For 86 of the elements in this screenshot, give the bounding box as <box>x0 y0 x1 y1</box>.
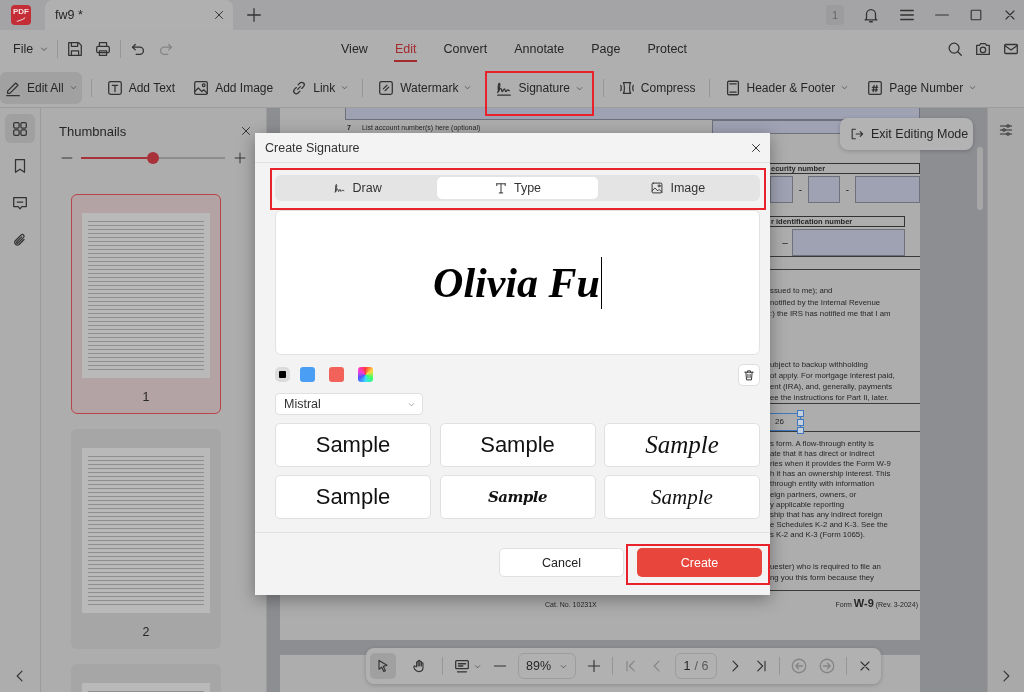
hand-icon <box>411 658 427 674</box>
color-swatch[interactable] <box>300 367 315 382</box>
add-image-button[interactable]: Add Image <box>188 71 278 104</box>
exit-icon <box>849 126 865 142</box>
selected-text: 26 <box>774 417 784 426</box>
view-mode-button[interactable] <box>453 657 482 675</box>
app-logo: PDF <box>11 5 31 25</box>
edit-all-button[interactable]: Edit All <box>0 71 82 104</box>
add-text-button[interactable]: Add Text <box>101 71 180 104</box>
font-sample[interactable]: Sample <box>439 423 596 467</box>
image-icon <box>192 78 211 97</box>
text-icon <box>493 181 508 195</box>
file-menu[interactable]: File <box>13 42 50 56</box>
plus-icon[interactable] <box>245 6 263 24</box>
close-icon[interactable] <box>212 8 226 22</box>
signature-button[interactable]: Signature <box>491 72 588 104</box>
grid-icon <box>11 119 29 138</box>
mode-tab[interactable]: Image <box>597 177 758 199</box>
exit-editing-button[interactable]: Exit Editing Mode <box>840 118 973 150</box>
ribbon-tab[interactable]: Convert <box>442 36 489 62</box>
form-field[interactable] <box>808 176 840 203</box>
bell-icon[interactable] <box>862 6 880 24</box>
sidebar-tab[interactable] <box>5 114 35 143</box>
slider-thumb[interactable] <box>147 152 159 164</box>
cancel-button[interactable]: Cancel <box>499 548 624 577</box>
color-picker-swatch[interactable] <box>358 367 373 382</box>
image-icon <box>650 181 665 195</box>
color-swatch[interactable] <box>275 367 290 382</box>
delete-button[interactable] <box>738 363 760 386</box>
search-icon[interactable] <box>946 40 964 58</box>
text-box-icon <box>105 78 124 97</box>
thumbnail-card[interactable]: 2 <box>71 429 221 649</box>
plus-icon[interactable] <box>233 151 247 165</box>
scrollbar[interactable] <box>977 147 983 210</box>
signature-field[interactable]: Olivia Fu <box>275 210 760 355</box>
font-select[interactable]: Mistral <box>275 393 423 415</box>
dialog-title: Create Signature <box>265 140 360 155</box>
dash-text: – <box>781 236 789 250</box>
form-field[interactable] <box>792 229 905 256</box>
create-button[interactable]: Create <box>637 548 762 577</box>
page-number: 1 <box>142 390 150 404</box>
mode-tab[interactable]: Draw <box>277 177 438 199</box>
header-footer-button[interactable]: Header & Footer <box>719 71 854 104</box>
page-input[interactable]: 1 / 6 <box>675 653 717 679</box>
ribbon-tab[interactable]: View <box>340 36 369 62</box>
font-sample[interactable]: Sample <box>604 423 760 467</box>
form-field[interactable] <box>855 176 920 203</box>
compress-button[interactable]: Compress <box>613 71 700 104</box>
page-number-icon <box>866 78 885 97</box>
dash-text: - <box>797 183 804 197</box>
form-field[interactable] <box>770 176 793 203</box>
document-tab[interactable]: fw9 * <box>45 0 233 30</box>
ribbon-tab[interactable]: Protect <box>646 36 689 62</box>
dash-text: - <box>844 183 851 197</box>
thumbnail-card[interactable]: 1 <box>71 194 221 414</box>
watermark-button[interactable]: Watermark <box>373 71 477 104</box>
camera-icon[interactable] <box>974 40 992 58</box>
panel-title: Thumbnails <box>59 123 127 139</box>
signature-icon <box>332 181 347 195</box>
print-icon[interactable] <box>94 40 113 58</box>
mode-tab[interactable]: Type <box>437 177 598 199</box>
zoom-select[interactable]: 89% <box>518 653 576 679</box>
plus-icon[interactable] <box>586 658 602 674</box>
save-icon[interactable] <box>66 40 85 58</box>
ribbon-tab[interactable]: Annotate <box>513 36 566 62</box>
select-tool-button[interactable] <box>370 653 396 679</box>
text-cursor <box>600 256 602 309</box>
trash-icon <box>742 367 756 382</box>
color-swatch[interactable] <box>329 367 344 382</box>
font-sample[interactable]: Sample <box>275 475 431 519</box>
page-number: 2 <box>142 625 150 639</box>
maximize-icon[interactable] <box>968 7 984 23</box>
form-field[interactable] <box>345 108 920 120</box>
font-sample[interactable]: Sample <box>275 423 431 467</box>
minimize-icon[interactable] <box>934 13 950 17</box>
link-button[interactable]: Link <box>286 71 354 104</box>
page-number-button[interactable]: Page Number <box>862 71 982 104</box>
ribbon-tab[interactable]: Page <box>590 36 622 62</box>
close-icon[interactable] <box>239 124 253 138</box>
font-sample[interactable]: Sample <box>604 475 760 519</box>
settings-icon[interactable] <box>998 122 1014 138</box>
pointer-icon <box>375 658 391 674</box>
font-sample[interactable]: Sample <box>439 475 596 519</box>
display-icon <box>453 657 471 675</box>
caret-icon <box>39 44 50 54</box>
watermark-icon <box>377 78 396 97</box>
